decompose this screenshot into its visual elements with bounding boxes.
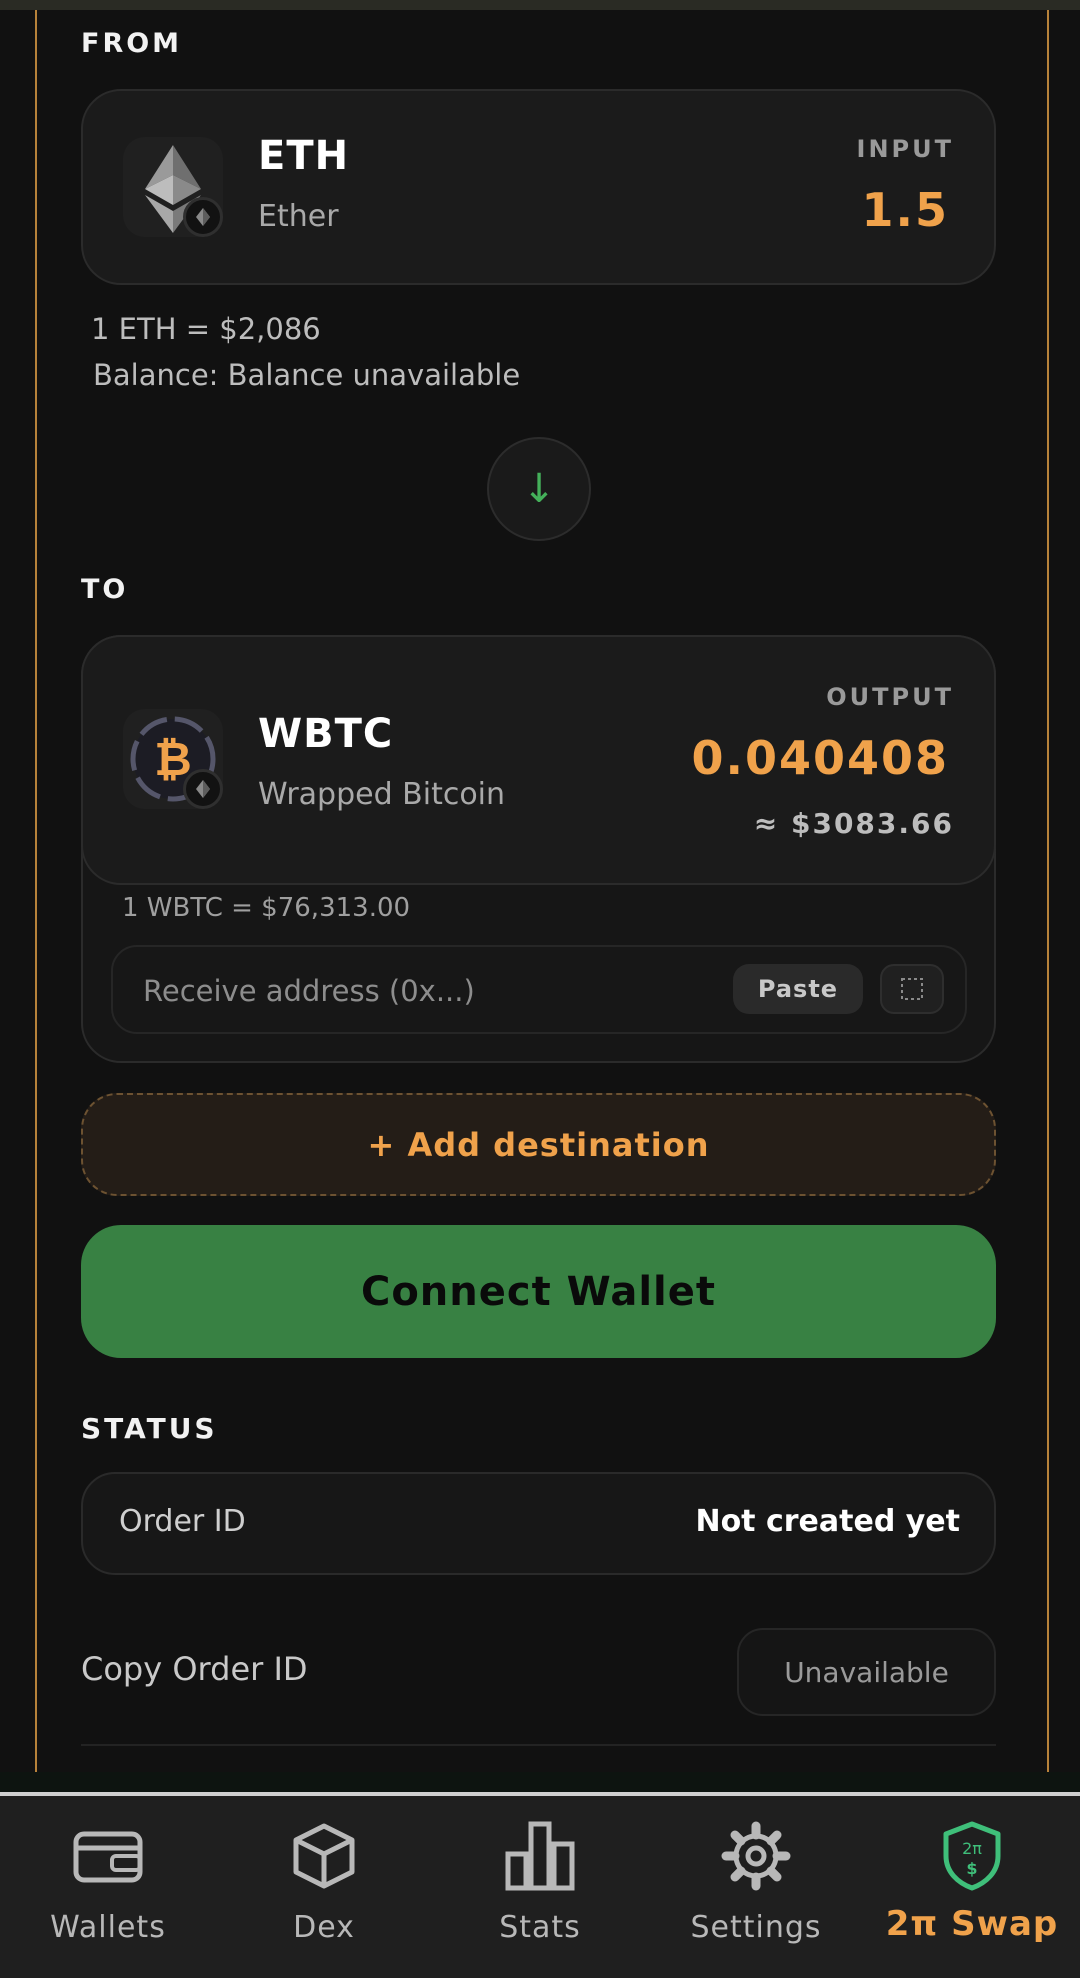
from-balance: Balance: Balance unavailable	[93, 358, 521, 392]
to-token-name: Wrapped Bitcoin	[258, 777, 506, 812]
input-label: INPUT	[856, 135, 954, 163]
input-amount[interactable]: 1.5	[862, 183, 950, 237]
arrow-down-icon: ↓	[522, 466, 556, 512]
nav-item-2pi-swap[interactable]: 2π $ 2π Swap	[864, 1816, 1080, 1966]
eth-chain-badge-icon	[183, 769, 223, 809]
eth-token-icon	[123, 137, 223, 237]
scan-icon	[901, 978, 923, 1000]
wbtc-token-icon: ₿	[123, 709, 223, 809]
gear-icon	[716, 1816, 796, 1896]
nav-label-wallets: Wallets	[50, 1910, 166, 1945]
from-label: FROM	[81, 28, 183, 59]
to-token-symbol: WBTC	[258, 711, 394, 757]
output-usd-value: ≈ $3083.66	[753, 807, 954, 840]
to-rate: 1 WBTC = $76,313.00	[122, 893, 411, 923]
from-token-card[interactable]: ETH Ether INPUT 1.5	[81, 89, 996, 285]
nav-item-wallets[interactable]: Wallets	[0, 1816, 216, 1966]
order-id-value: Not created yet	[695, 1504, 960, 1539]
nav-label-2pi-swap: 2π Swap	[885, 1904, 1059, 1944]
bottom-nav: Wallets Dex Stats Settings 2π $ 2π Swap	[0, 1792, 1080, 1978]
svg-text:2π: 2π	[962, 1839, 982, 1858]
top-strip	[0, 0, 1080, 10]
swap-direction-button[interactable]: ↓	[487, 437, 591, 541]
nav-label-settings: Settings	[690, 1910, 822, 1945]
receive-address-field: Paste	[111, 945, 967, 1034]
order-id-label: Order ID	[119, 1504, 246, 1539]
from-rate: 1 ETH = $2,086	[91, 312, 321, 346]
wallet-icon	[68, 1816, 148, 1896]
nav-label-stats: Stats	[499, 1910, 581, 1945]
divider	[81, 1744, 996, 1746]
add-destination-button[interactable]: + Add destination	[81, 1093, 996, 1196]
nav-item-settings[interactable]: Settings	[648, 1816, 864, 1966]
copy-order-id-label: Copy Order ID	[81, 1650, 308, 1688]
cube-icon	[284, 1816, 364, 1896]
shield-icon: 2π $	[932, 1816, 1012, 1896]
nav-item-stats[interactable]: Stats	[432, 1816, 648, 1966]
output-label: OUTPUT	[826, 683, 954, 711]
status-label: STATUS	[81, 1412, 218, 1445]
bar-chart-icon	[500, 1816, 580, 1896]
output-amount: 0.040408	[691, 731, 949, 785]
connect-wallet-button[interactable]: Connect Wallet	[81, 1225, 996, 1358]
nav-item-dex[interactable]: Dex	[216, 1816, 432, 1966]
svg-text:$: $	[966, 1859, 977, 1878]
to-token-card[interactable]: ₿ WBTC Wrapped Bitcoin OUTPUT 0.040408 ≈…	[81, 635, 996, 885]
from-token-name: Ether	[258, 199, 339, 234]
receive-address-input[interactable]	[141, 965, 705, 1017]
copy-order-id-button[interactable]: Unavailable	[737, 1628, 996, 1716]
from-token-symbol: ETH	[258, 133, 350, 179]
nav-label-dex: Dex	[293, 1910, 355, 1945]
scan-qr-button[interactable]	[880, 964, 944, 1014]
nav-top-strip	[0, 1772, 1080, 1792]
order-id-row: Order ID Not created yet	[81, 1472, 996, 1575]
eth-chain-badge-icon	[183, 197, 223, 237]
to-label: TO	[81, 574, 129, 605]
paste-button[interactable]: Paste	[733, 964, 863, 1014]
